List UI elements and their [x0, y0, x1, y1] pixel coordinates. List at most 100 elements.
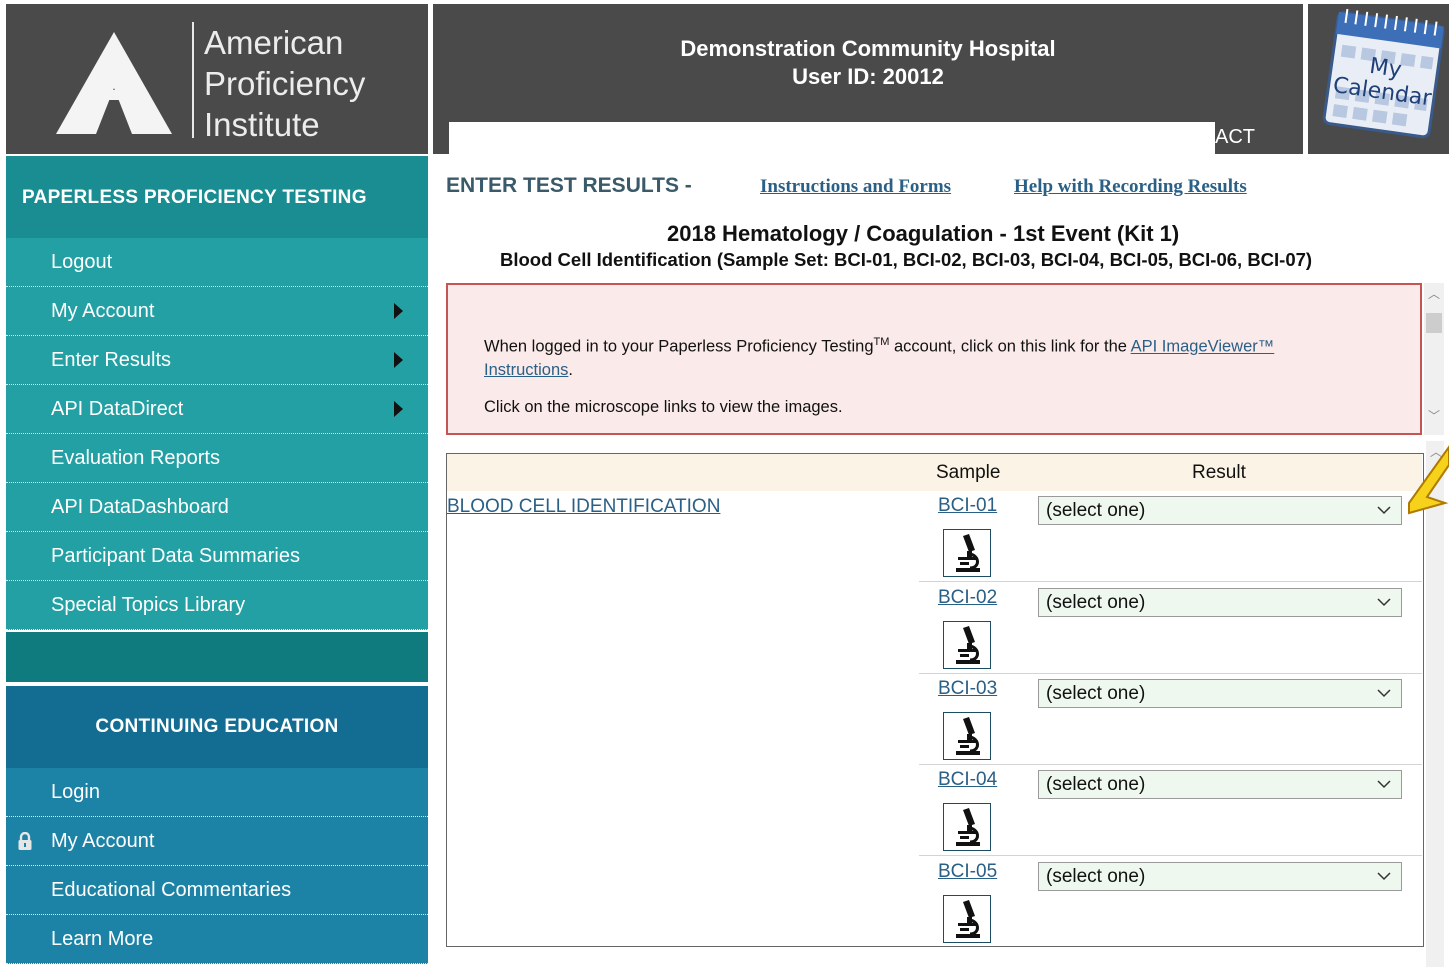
sidebar-item-label: Learn More [51, 928, 154, 950]
submenu-arrow-icon [394, 352, 403, 368]
table-row: BCI-04 (select one) [919, 765, 1422, 856]
notice-box: When logged in to your Paperless Profici… [446, 283, 1422, 435]
sidebar-item-logout[interactable]: Logout [6, 238, 428, 287]
microscope-icon [956, 808, 980, 846]
chevron-down-icon [1377, 598, 1391, 607]
sample-link[interactable]: BCI-04 [938, 769, 997, 791]
select-value: (select one) [1046, 500, 1146, 521]
result-select[interactable]: (select one) [1038, 679, 1402, 708]
header-menu-bar [449, 122, 1215, 154]
help-recording-results-link[interactable]: Help with Recording Results [1014, 176, 1247, 198]
sample-link[interactable]: BCI-03 [938, 678, 997, 700]
select-value: (select one) [1046, 866, 1146, 887]
sample-link[interactable]: BCI-01 [938, 495, 997, 517]
results-table: Sample Result BLOOD CELL IDENTIFICATION … [446, 453, 1424, 947]
select-value: (select one) [1046, 683, 1146, 704]
scroll-up-icon[interactable]: ︿ [1428, 285, 1440, 302]
microscope-icon [956, 534, 980, 572]
ce-nav-list: Login My Account Educational Commentarie… [6, 768, 428, 964]
scroll-down-icon[interactable]: ﹀ [1428, 407, 1440, 424]
notice-scrollbar[interactable]: ︿ ﹀ [1424, 283, 1444, 435]
logo-text: American Proficiency Institute [204, 24, 366, 143]
page-header: American Proficiency Institute Demonstra… [6, 4, 1449, 154]
user-id: User ID: 20012 [792, 64, 944, 89]
microscope-icon [956, 900, 980, 938]
sidebar-item-enter-results[interactable]: Enter Results [6, 336, 428, 385]
sidebar-item-ce-login[interactable]: Login [6, 768, 428, 817]
result-select[interactable]: (select one) [1038, 588, 1402, 617]
ppt-section-footer [6, 632, 428, 682]
contact-link[interactable]: ACT [1215, 126, 1255, 149]
table-row: BCI-02 (select one) [919, 583, 1422, 674]
ppt-nav-list: Logout My Account Enter Results API Data… [6, 238, 428, 630]
microscope-icon [956, 717, 980, 755]
sidebar-item-label: API DataDirect [51, 398, 184, 420]
sidebar-item-api-datadirect[interactable]: API DataDirect [6, 385, 428, 434]
select-value: (select one) [1046, 592, 1146, 613]
table-row: BCI-01 (select one) [919, 491, 1422, 582]
notice-microscope-hint: Click on the microscope links to view th… [484, 398, 843, 416]
result-select[interactable]: (select one) [1038, 770, 1402, 799]
sidebar-item-label: API DataDashboard [51, 496, 229, 518]
microscope-button[interactable] [943, 529, 991, 577]
microscope-button[interactable] [943, 712, 991, 760]
event-title: 2018 Hematology / Coagulation - 1st Even… [667, 221, 1180, 246]
sidebar-item-label: Evaluation Reports [51, 447, 220, 469]
submenu-arrow-icon [394, 401, 403, 417]
event-subtitle: Blood Cell Identification (Sample Set: B… [500, 249, 1313, 270]
sidebar-item-label: Special Topics Library [51, 594, 246, 616]
column-header-sample: Sample [936, 462, 1001, 483]
calendar-icon: My Calendar [1322, 8, 1445, 139]
select-value: (select one) [1046, 774, 1146, 795]
sidebar-item-label: Educational Commentaries [51, 879, 292, 901]
ppt-section-header: PAPERLESS PROFICIENCY TESTING [6, 156, 428, 238]
sidebar-item-label: Enter Results [51, 349, 172, 371]
pointer-arrow-icon [1408, 445, 1449, 515]
microscope-button[interactable] [943, 895, 991, 943]
sidebar-item-educational-commentaries[interactable]: Educational Commentaries [6, 866, 428, 915]
logo-divider [192, 22, 194, 138]
sample-link[interactable]: BCI-02 [938, 587, 997, 609]
page-title: ENTER TEST RESULTS - [446, 174, 692, 197]
main-content: ENTER TEST RESULTS - Instructions and Fo… [446, 165, 1446, 967]
hospital-name: Demonstration Community Hospital [680, 36, 1056, 61]
sidebar-item-my-account[interactable]: My Account [6, 287, 428, 336]
results-scrollbar[interactable]: ︿ [1426, 441, 1444, 967]
chevron-down-icon [1377, 780, 1391, 789]
submenu-arrow-icon [394, 303, 403, 319]
sidebar: PAPERLESS PROFICIENCY TESTING Logout My … [6, 156, 428, 967]
sidebar-item-ce-my-account[interactable]: My Account [6, 817, 428, 866]
sidebar-item-evaluation-reports[interactable]: Evaluation Reports [6, 434, 428, 483]
sidebar-item-participant-data-summaries[interactable]: Participant Data Summaries [6, 532, 428, 581]
test-name-link[interactable]: BLOOD CELL IDENTIFICATION [447, 496, 720, 518]
chevron-down-icon [1377, 689, 1391, 698]
sidebar-item-label: My Account [51, 300, 155, 322]
table-row: BCI-05 (select one) [919, 857, 1422, 948]
scroll-thumb[interactable] [1426, 313, 1442, 333]
chevron-down-icon [1377, 872, 1391, 881]
chevron-down-icon [1377, 506, 1391, 515]
ce-section-header: CONTINUING EDUCATION [6, 686, 428, 768]
sidebar-item-label: My Account [51, 830, 155, 852]
sidebar-item-api-datadashboard[interactable]: API DataDashboard [6, 483, 428, 532]
result-select[interactable]: (select one) [1038, 496, 1402, 525]
ce-section-title: CONTINUING EDUCATION [95, 716, 339, 737]
microscope-button[interactable] [943, 803, 991, 851]
sidebar-item-special-topics-library[interactable]: Special Topics Library [6, 581, 428, 630]
ppt-section-title: PAPERLESS PROFICIENCY TESTING [22, 187, 367, 208]
column-header-result: Result [1192, 462, 1246, 483]
sidebar-item-label: Participant Data Summaries [51, 545, 300, 567]
result-select[interactable]: (select one) [1038, 862, 1402, 891]
microscope-button[interactable] [943, 621, 991, 669]
sidebar-item-label: Login [51, 781, 100, 803]
api-logo[interactable]: American Proficiency Institute [6, 4, 428, 154]
notice-text: When logged in to your Paperless Profici… [484, 336, 1275, 379]
instructions-and-forms-link[interactable]: Instructions and Forms [760, 176, 951, 198]
sample-link[interactable]: BCI-05 [938, 861, 997, 883]
my-calendar-button[interactable]: My Calendar [1308, 4, 1449, 154]
table-header: Sample Result [447, 454, 1422, 491]
sidebar-item-learn-more[interactable]: Learn More [6, 915, 428, 964]
api-logo-mark-icon [56, 32, 172, 134]
sidebar-item-label: Logout [51, 251, 113, 273]
microscope-icon [956, 626, 980, 664]
